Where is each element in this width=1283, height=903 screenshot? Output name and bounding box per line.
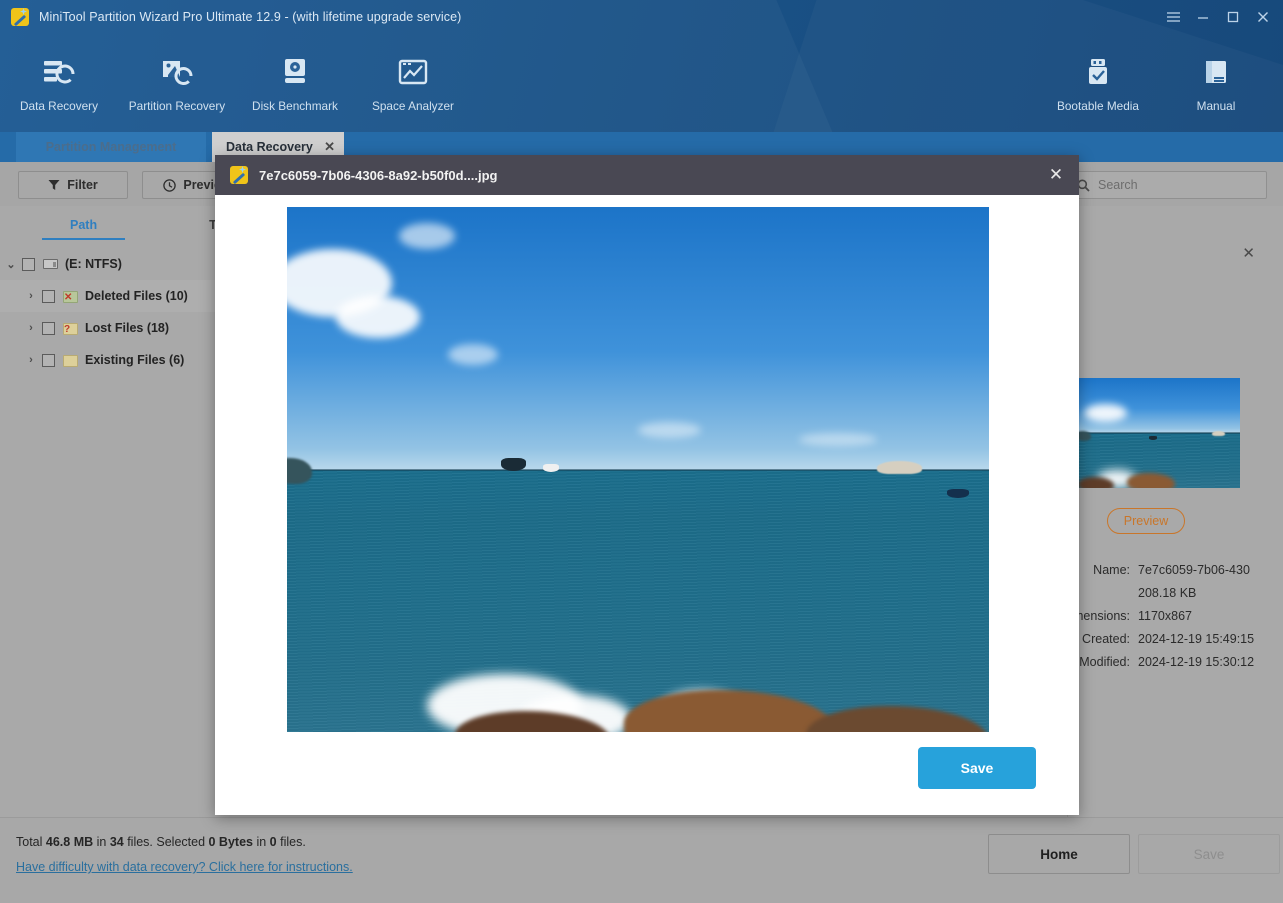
details-preview-button[interactable]: Preview <box>1107 508 1185 534</box>
status-total-size: 46.8 MB <box>45 835 94 849</box>
status-footer: Total 46.8 MB in 34 files. Selected 0 By… <box>0 817 1283 903</box>
dialog-image-area <box>215 195 1079 773</box>
app-logo-icon <box>10 7 30 27</box>
application-window: MiniTool Partition Wizard Pro Ultimate 1… <box>0 0 1283 903</box>
filter-button[interactable]: Filter <box>18 171 128 199</box>
dialog-save-button[interactable]: Save <box>918 747 1036 789</box>
tab-close-icon[interactable]: ✕ <box>324 139 335 155</box>
dialog-title-bar: 7e7c6059-7b06-4306-8a92-b50f0d....jpg ✕ <box>215 155 1079 195</box>
tool-label: Partition Recovery <box>128 99 226 113</box>
chevron-right-icon[interactable]: › <box>20 322 42 334</box>
tree-checkbox[interactable] <box>22 257 35 271</box>
lost-folder-icon: ? <box>63 321 78 335</box>
tree-row-label: Existing Files (6) <box>85 353 185 367</box>
partition-recovery-icon <box>118 54 236 92</box>
status-text: Total 46.8 MB in 34 files. Selected 0 By… <box>16 835 306 849</box>
save-button-footer[interactable]: Save <box>1138 834 1280 874</box>
tree-row-label: Lost Files (18) <box>85 321 170 335</box>
app-logo-icon <box>229 165 249 185</box>
title-bar: MiniTool Partition Wizard Pro Ultimate 1… <box>0 0 1283 34</box>
tab-label: Partition Management <box>45 140 177 154</box>
tool-label: Manual <box>1196 99 1236 113</box>
search-input[interactable]: Search <box>1067 171 1267 199</box>
tool-disk-benchmark[interactable]: Disk Benchmark <box>236 40 354 113</box>
home-button[interactable]: Home <box>988 834 1130 874</box>
details-thumbnail <box>1078 378 1240 488</box>
disk-benchmark-icon <box>236 54 354 92</box>
status-total-files: 34 <box>109 835 124 849</box>
column-header-path[interactable]: Path <box>41 218 126 240</box>
deleted-folder-icon: ✕ <box>63 289 78 303</box>
details-value: 2024-12-19 15:49:15 <box>1138 631 1255 646</box>
dialog-close-icon[interactable]: ✕ <box>1043 162 1069 188</box>
space-analyzer-icon <box>354 54 472 92</box>
image-preview-dialog: 7e7c6059-7b06-4306-8a92-b50f0d....jpg ✕ <box>215 155 1079 815</box>
tree-checkbox[interactable] <box>42 321 55 335</box>
dialog-footer: Save <box>215 733 1079 815</box>
tree-row-label: Deleted Files (10) <box>85 289 188 303</box>
details-value: 7e7c6059-7b06-430 <box>1138 562 1250 577</box>
details-close-icon[interactable]: ✕ <box>1242 244 1255 262</box>
tool-manual[interactable]: Manual <box>1157 40 1275 113</box>
details-value: 208.18 KB <box>1138 585 1197 600</box>
tab-partition-management[interactable]: Partition Management <box>16 132 206 162</box>
hamburger-icon[interactable] <box>1159 4 1187 30</box>
bootable-media-icon <box>1039 54 1157 92</box>
feature-toolbar: Data Recovery Partition Recovery Disk Be… <box>0 40 1283 126</box>
drive-icon <box>43 259 58 269</box>
data-recovery-icon <box>0 54 118 92</box>
help-link[interactable]: Have difficulty with data recovery? Clic… <box>16 860 353 874</box>
funnel-icon <box>48 180 60 190</box>
tool-label: Bootable Media <box>1057 99 1139 113</box>
preview-image <box>287 207 989 732</box>
status-selected-files: 0 <box>269 835 277 849</box>
tool-space-analyzer[interactable]: Space Analyzer <box>354 40 472 113</box>
manual-book-icon <box>1157 54 1275 92</box>
existing-folder-icon <box>63 353 78 367</box>
tool-label: Disk Benchmark <box>252 99 338 113</box>
app-header: MiniTool Partition Wizard Pro Ultimate 1… <box>0 0 1283 132</box>
eye-clock-icon <box>163 178 177 192</box>
filter-label: Filter <box>67 178 98 192</box>
chevron-right-icon[interactable]: › <box>20 290 42 302</box>
close-icon[interactable] <box>1249 4 1277 30</box>
tool-bootable-media[interactable]: Bootable Media <box>1039 40 1157 113</box>
file-details-panel: ✕ Preview Name: 7e7c6059-7b06-430 208.18… <box>1061 206 1283 817</box>
app-title: MiniTool Partition Wizard Pro Ultimate 1… <box>39 10 462 24</box>
status-selected-size: 0 Bytes <box>208 835 253 849</box>
dialog-title: 7e7c6059-7b06-4306-8a92-b50f0d....jpg <box>259 167 498 183</box>
window-controls <box>1159 4 1277 30</box>
tab-label: Data Recovery <box>226 140 313 154</box>
tool-data-recovery[interactable]: Data Recovery <box>0 40 118 113</box>
chevron-down-icon[interactable]: ⌄ <box>0 258 22 271</box>
details-value: 2024-12-19 15:30:12 <box>1138 654 1255 669</box>
tool-partition-recovery[interactable]: Partition Recovery <box>118 40 236 113</box>
tool-label: Space Analyzer <box>372 99 454 113</box>
chevron-right-icon[interactable]: › <box>20 354 42 366</box>
search-placeholder: Search <box>1098 178 1138 192</box>
minimize-icon[interactable] <box>1189 4 1217 30</box>
tree-checkbox[interactable] <box>42 353 55 367</box>
details-value: 1170x867 <box>1138 608 1192 623</box>
tool-label: Data Recovery <box>19 99 99 113</box>
tree-row-label: (E: NTFS) <box>65 257 122 271</box>
tree-checkbox[interactable] <box>42 289 55 303</box>
maximize-icon[interactable] <box>1219 4 1247 30</box>
